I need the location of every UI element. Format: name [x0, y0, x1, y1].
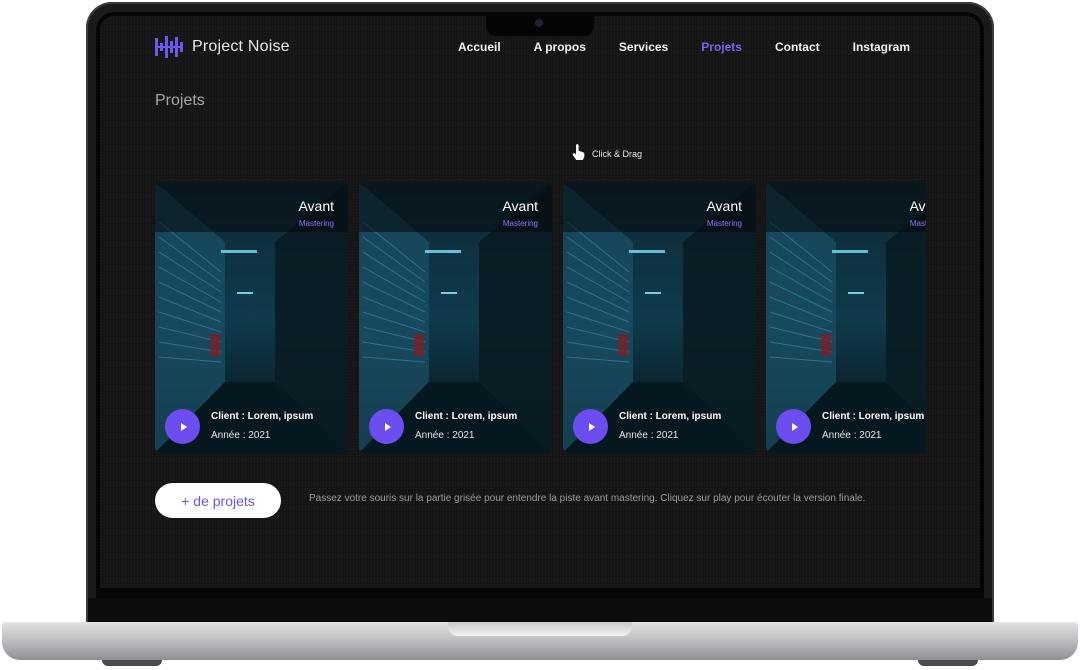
drag-hint: Click & Drag [572, 144, 642, 163]
more-projects-button[interactable]: + de projets [155, 483, 281, 518]
project-card[interactable]: Avant Mastering Client : Lorem, ipsum An… [766, 182, 926, 453]
card-client: Client : Lorem, ipsum [822, 411, 925, 422]
card-client: Client : Lorem, ipsum [415, 411, 518, 422]
laptop-foot-right [918, 660, 978, 666]
nav-instagram[interactable]: Instagram [853, 40, 910, 54]
page-title: Projets [155, 92, 205, 109]
play-icon [588, 422, 595, 431]
instructions-text: Passez votre souris sur la partie grisée… [309, 493, 866, 504]
nav-accueil[interactable]: Accueil [458, 40, 501, 54]
card-title: Avant [706, 198, 742, 214]
waveform-logo-icon [154, 34, 184, 60]
laptop-foot-left [102, 660, 162, 666]
screen: Project Noise Accueil A propos Services … [100, 16, 980, 588]
laptop-chin [88, 598, 992, 624]
card-year: Année : 2021 [211, 430, 271, 441]
project-card[interactable]: Avant Mastering Client : Lorem, ipsum An… [155, 182, 348, 453]
card-year: Année : 2021 [415, 430, 475, 441]
card-subtitle: Mastering [909, 219, 926, 228]
card-title: Avant [298, 198, 334, 214]
nav-projets[interactable]: Projets [701, 40, 742, 54]
drag-hint-label: Click & Drag [592, 148, 643, 159]
card-subtitle: Mastering [502, 219, 538, 228]
play-button[interactable] [573, 409, 608, 444]
laptop-opening-notch [448, 622, 632, 636]
play-button[interactable] [776, 409, 811, 444]
card-client: Client : Lorem, ipsum [211, 411, 314, 422]
card-subtitle: Mastering [706, 219, 742, 228]
card-title: Avant [909, 198, 926, 214]
card-client: Client : Lorem, ipsum [619, 411, 722, 422]
project-carousel[interactable]: Avant Mastering Client : Lorem, ipsum An… [155, 182, 926, 454]
camera-icon [535, 19, 543, 27]
pointer-hand-icon [572, 144, 586, 163]
nav-a-propos[interactable]: A propos [534, 40, 586, 54]
play-icon [384, 422, 391, 431]
play-icon [180, 422, 187, 431]
play-icon [791, 422, 798, 431]
card-year: Année : 2021 [619, 430, 679, 441]
nav-contact[interactable]: Contact [775, 40, 820, 54]
main-nav: Accueil A propos Services Projets Contac… [458, 40, 910, 54]
project-card[interactable]: Avant Mastering Client : Lorem, ipsum An… [359, 182, 552, 453]
play-button[interactable] [165, 409, 200, 444]
card-title: Avant [502, 198, 538, 214]
play-button[interactable] [369, 409, 404, 444]
nav-services[interactable]: Services [619, 40, 668, 54]
project-card[interactable]: Avant Mastering Client : Lorem, ipsum An… [563, 182, 756, 453]
logo[interactable]: Project Noise [154, 34, 290, 60]
brand-name: Project Noise [192, 38, 290, 55]
card-subtitle: Mastering [298, 219, 334, 228]
card-year: Année : 2021 [822, 430, 882, 441]
